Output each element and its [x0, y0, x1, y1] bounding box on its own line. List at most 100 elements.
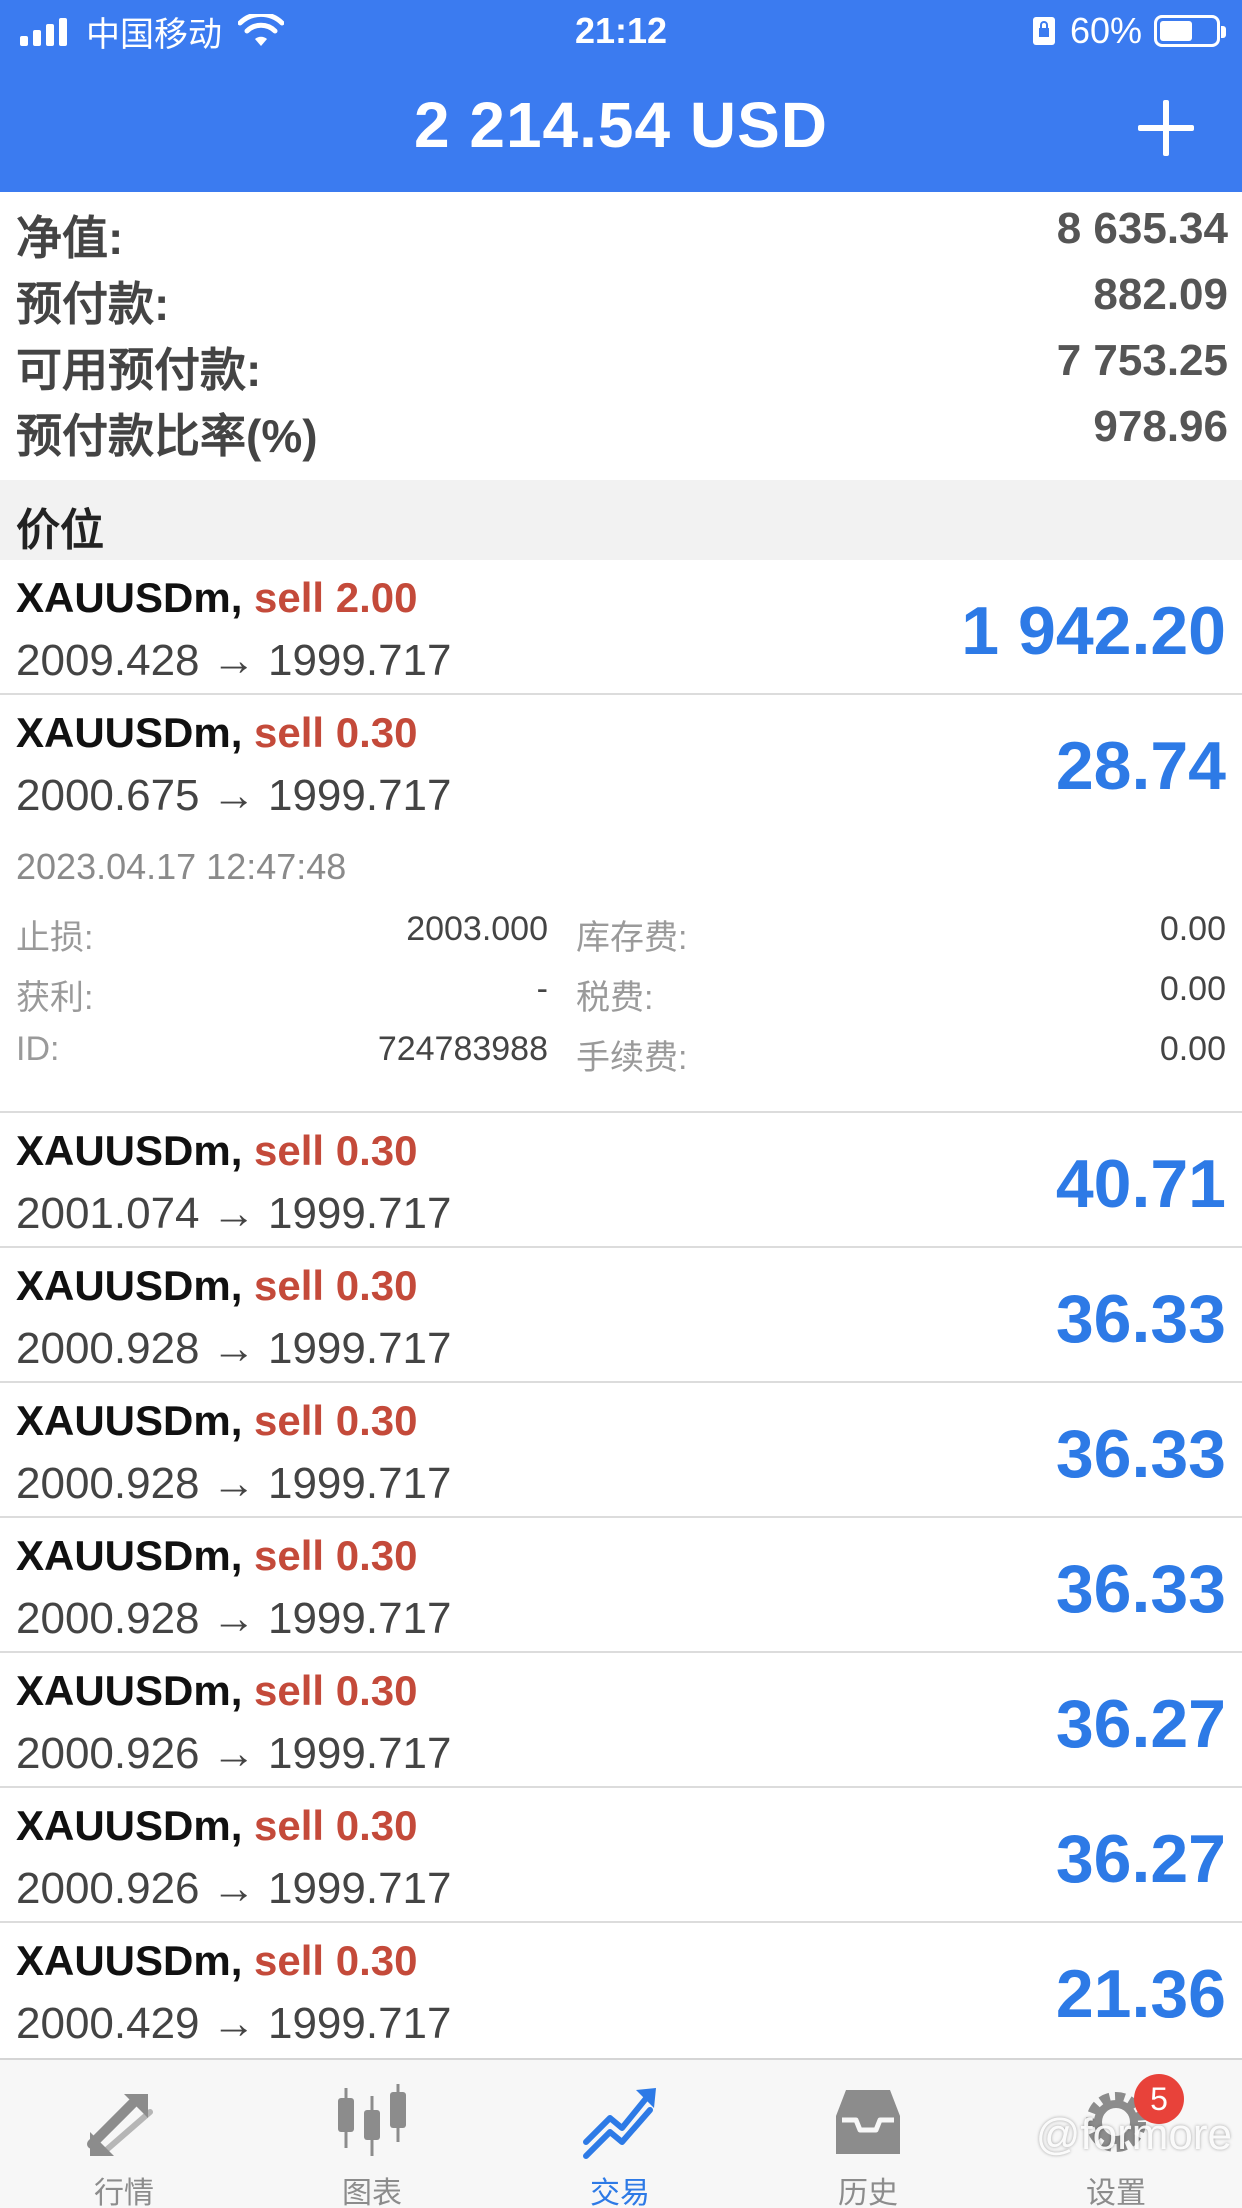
detail-row: 获利: - 税费: 0.00 [0, 970, 1242, 1020]
position-symbol-line: XAUUSDm, sell 0.30 [16, 1532, 418, 1580]
position-symbol-line: XAUUSDm, sell 0.30 [16, 1667, 418, 1715]
position-profit: 28.74 [1055, 728, 1226, 804]
position-prices: 2001.074 → 1999.717 [16, 1189, 452, 1238]
position-symbol: XAUUSDm, [16, 1397, 243, 1444]
summary-value: 882.09 [1093, 270, 1228, 319]
summary-label: 可用预付款: [16, 344, 262, 396]
position-profit: 36.33 [1055, 1281, 1226, 1357]
summary-row-margin: 预付款: 882.09 [0, 268, 1242, 334]
commission-value: 0.00 [1159, 1030, 1226, 1068]
take-profit-label: 获利: [16, 979, 94, 1017]
position-profit: 36.27 [1055, 1686, 1226, 1762]
position-symbol: XAUUSDm, [16, 1937, 243, 1984]
position-details: 2023.04.17 12:47:48 止损: 2003.000 库存费: 0.… [0, 830, 1242, 1113]
quotes-arrows-icon [87, 2094, 153, 2156]
summary-row-free-margin: 可用预付款: 7 753.25 [0, 334, 1242, 400]
position-side: sell 0.30 [254, 1262, 418, 1309]
stop-loss-value: 2003.000 [406, 910, 548, 948]
orientation-lock-icon [1032, 17, 1055, 45]
position-row[interactable]: XAUUSDm, sell 0.30 2000.926 → 1999.717 3… [0, 1788, 1242, 1923]
position-prices: 2000.675 → 1999.717 [16, 771, 452, 820]
tab-label: 历史 [838, 2177, 898, 2208]
position-prices: 2000.429 → 1999.717 [16, 1999, 452, 2048]
tab-history[interactable]: 历史 [744, 2060, 992, 2208]
position-symbol-line: XAUUSDm, sell 0.30 [16, 709, 418, 757]
swap-label: 库存费: [576, 919, 688, 957]
tab-label: 图表 [342, 2177, 402, 2208]
position-symbol: XAUUSDm, [16, 1127, 243, 1174]
position-symbol: XAUUSDm, [16, 1262, 243, 1309]
position-profit: 36.33 [1055, 1416, 1226, 1492]
detail-row: ID: 724783988 手续费: 0.00 [0, 1030, 1242, 1080]
swap-value: 0.00 [1159, 910, 1226, 948]
position-row[interactable]: XAUUSDm, sell 0.30 2000.926 → 1999.717 3… [0, 1653, 1242, 1788]
tab-label: 行情 [94, 2177, 154, 2208]
position-profit: 36.27 [1055, 1821, 1226, 1897]
battery-percent: 60% [1069, 10, 1142, 51]
status-bar: 中国移动 21:12 60% [0, 0, 1242, 62]
summary-label: 预付款比率(%) [16, 410, 318, 462]
position-symbol-line: XAUUSDm, sell 0.30 [16, 1127, 418, 1175]
tax-value: 0.00 [1159, 970, 1226, 1008]
position-symbol: XAUUSDm, [16, 709, 243, 756]
section-title: 价位 [16, 506, 104, 555]
tab-label: 交易 [590, 2177, 650, 2208]
battery-level [1160, 21, 1193, 41]
summary-label: 预付款: [16, 278, 170, 330]
stop-loss-label: 止损: [16, 919, 94, 957]
position-symbol: XAUUSDm, [16, 1802, 243, 1849]
position-side: sell 0.30 [254, 1667, 418, 1714]
history-tray-icon [836, 2090, 900, 2154]
tab-charts[interactable]: 图表 [248, 2060, 496, 2208]
position-prices: 2000.928 → 1999.717 [16, 1459, 452, 1508]
open-time: 2023.04.17 12:47:48 [16, 846, 347, 887]
position-symbol: XAUUSDm, [16, 1667, 243, 1714]
position-side: sell 0.30 [254, 1937, 418, 1984]
commission-label: 手续费: [576, 1039, 688, 1077]
position-symbol-line: XAUUSDm, sell 0.30 [16, 1802, 418, 1850]
summary-value: 7 753.25 [1056, 336, 1228, 385]
position-side: sell 0.30 [254, 1397, 418, 1444]
summary-label: 净值: [16, 212, 124, 264]
summary-row-equity: 净值: 8 635.34 [0, 202, 1242, 268]
position-prices: 2000.926 → 1999.717 [16, 1729, 452, 1778]
new-order-button[interactable] [1138, 100, 1194, 156]
account-summary: 净值: 8 635.34 预付款: 882.09 可用预付款: 7 753.25… [0, 192, 1242, 480]
position-symbol: XAUUSDm, [16, 574, 243, 621]
position-row-expanded[interactable]: XAUUSDm, sell 0.30 2000.675 → 1999.717 2… [0, 695, 1242, 830]
position-prices: 2000.928 → 1999.717 [16, 1594, 452, 1643]
candlestick-chart-icon [338, 2084, 406, 2156]
position-symbol-line: XAUUSDm, sell 0.30 [16, 1937, 418, 1985]
position-row[interactable]: XAUUSDm, sell 0.30 2000.928 → 1999.717 3… [0, 1518, 1242, 1653]
position-profit: 36.33 [1055, 1551, 1226, 1627]
id-label: ID: [16, 1030, 60, 1068]
position-row[interactable]: XAUUSDm, sell 0.30 2000.928 → 1999.717 3… [0, 1383, 1242, 1518]
position-row[interactable]: XAUUSDm, sell 0.30 2001.074 → 1999.717 4… [0, 1113, 1242, 1248]
summary-value: 978.96 [1093, 402, 1228, 451]
position-row[interactable]: XAUUSDm, sell 0.30 2000.429 → 1999.717 2… [0, 1923, 1242, 2058]
position-side: sell 0.30 [254, 1127, 418, 1174]
position-side: sell 0.30 [254, 1532, 418, 1579]
tab-trade[interactable]: 交易 [496, 2060, 744, 2208]
position-profit: 40.71 [1055, 1146, 1226, 1222]
tab-label: 设置 [1086, 2177, 1146, 2208]
position-prices: 2000.928 → 1999.717 [16, 1324, 452, 1373]
status-right: 60% [1032, 10, 1226, 51]
app-header: 中国移动 21:12 60% 2 214.54 USD [0, 0, 1242, 192]
summary-row-margin-level: 预付款比率(%) 978.96 [0, 400, 1242, 466]
position-symbol-line: XAUUSDm, sell 0.30 [16, 1262, 418, 1310]
detail-row: 止损: 2003.000 库存费: 0.00 [0, 910, 1242, 960]
position-prices: 2000.926 → 1999.717 [16, 1864, 452, 1913]
position-row[interactable]: XAUUSDm, sell 2.00 2009.428 → 1999.717 1… [0, 560, 1242, 695]
battery-icon [1154, 15, 1226, 47]
position-side: sell 0.30 [254, 1802, 418, 1849]
take-profit-value: - [536, 970, 548, 1008]
position-profit: 1 942.20 [961, 593, 1226, 669]
position-side: sell 2.00 [254, 574, 418, 621]
tab-quotes[interactable]: 行情 [0, 2060, 248, 2208]
position-row[interactable]: XAUUSDm, sell 0.30 2000.928 → 1999.717 3… [0, 1248, 1242, 1383]
position-symbol-line: XAUUSDm, sell 2.00 [16, 574, 418, 622]
positions-section-header: 价位 [0, 480, 1242, 560]
trade-trend-icon [583, 2088, 656, 2159]
tax-label: 税费: [576, 979, 654, 1017]
